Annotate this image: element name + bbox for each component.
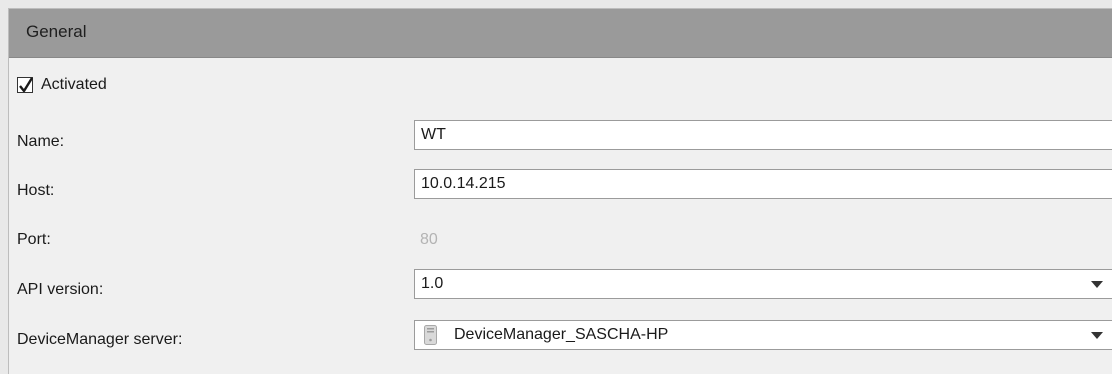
host-label: Host: (17, 182, 55, 199)
checkmark-icon (19, 77, 34, 93)
device-manager-label: DeviceManager server: (17, 331, 183, 348)
activated-row[interactable]: Activated (17, 73, 107, 97)
api-version-select[interactable]: 1.0 (414, 269, 1112, 299)
activated-label: Activated (41, 76, 107, 93)
port-value: 80 (420, 231, 438, 248)
api-version-value: 1.0 (421, 275, 444, 292)
general-panel: General Activated Name: WT Host: 10.0.14… (8, 8, 1112, 374)
port-label: Port: (17, 231, 51, 248)
name-input[interactable]: WT (414, 120, 1112, 150)
section-header: General (9, 9, 1112, 58)
server-icon (424, 325, 437, 345)
activated-checkbox[interactable] (17, 77, 34, 93)
chevron-down-icon (1091, 332, 1103, 339)
device-manager-value: DeviceManager_SASCHA-HP (454, 326, 669, 343)
host-input[interactable]: 10.0.14.215 (414, 169, 1112, 199)
name-label: Name: (17, 133, 65, 150)
name-value: WT (421, 126, 446, 143)
host-value: 10.0.14.215 (421, 175, 506, 192)
chevron-down-icon (1091, 281, 1103, 288)
device-manager-select[interactable]: DeviceManager_SASCHA-HP (414, 320, 1112, 350)
section-title: General (26, 22, 87, 41)
api-version-label: API version: (17, 281, 104, 298)
